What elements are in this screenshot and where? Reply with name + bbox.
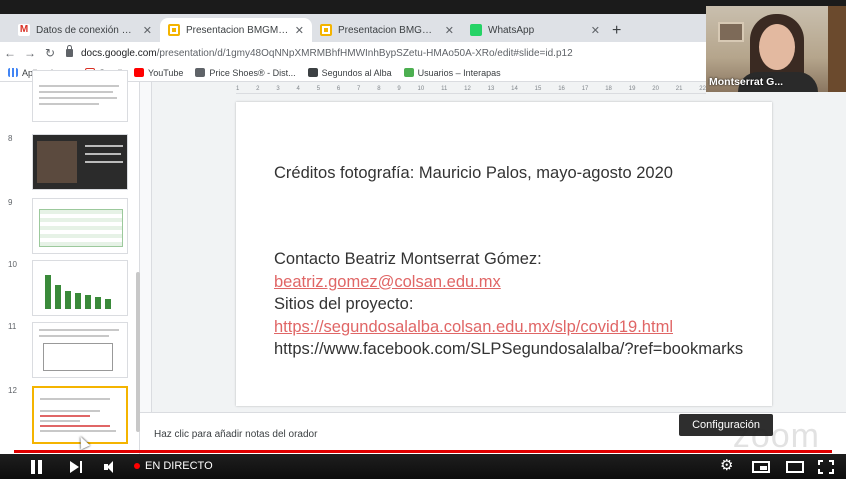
slide-thumbnail[interactable] xyxy=(32,198,128,254)
contact-heading: Contacto Beatriz Montserrat Gómez: xyxy=(274,250,542,268)
theater-mode-icon[interactable] xyxy=(786,461,804,473)
video-progress-bar[interactable] xyxy=(14,450,832,453)
project-site-link[interactable]: https://segundosalalba.colsan.edu.mx/slp… xyxy=(274,316,764,339)
slide-thumbnail[interactable] xyxy=(32,70,128,122)
tab-presentacion-active[interactable]: Presentacion BMGM encuentro y ✕ xyxy=(160,18,312,42)
bookmark-youtube[interactable]: YouTube xyxy=(134,68,183,78)
slides-editor: 8 9 10 11 12 1 2 3 4 5 6 7 8 9 10 11 12 … xyxy=(0,70,846,455)
close-icon[interactable]: ✕ xyxy=(295,24,304,37)
tab-title: Presentacion BMGM encuentro y xyxy=(186,24,289,36)
url-path: /presentation/d/1gmy48OqNNpXMRMBhfHMWInh… xyxy=(156,47,573,59)
slide-filmstrip: 8 9 10 11 12 xyxy=(0,70,140,454)
tab-presentacion[interactable]: Presentacion BMGM encuentro y ✕ xyxy=(312,18,462,42)
miniplayer-icon[interactable] xyxy=(752,461,770,473)
address-bar-row: ← → ↻ docs.google.com/presentation/d/1gm… xyxy=(0,42,706,64)
close-icon[interactable]: ✕ xyxy=(143,24,152,37)
webcam-overlay: Montserrat G... xyxy=(706,6,846,92)
back-arrow-icon[interactable]: ← xyxy=(0,46,20,60)
new-tab-plus-icon[interactable]: + xyxy=(612,22,621,40)
photo-credits-text[interactable]: Créditos fotografía: Mauricio Palos, may… xyxy=(274,164,673,183)
bookmark-label: Usuarios – Interapas xyxy=(417,67,501,78)
email-link[interactable]: beatriz.gomez@colsan.edu.mx xyxy=(274,271,764,294)
lock-icon xyxy=(66,45,73,57)
price-shoes-icon xyxy=(195,68,206,77)
bookmark-price-shoes[interactable]: Price Shoes® - Dist... xyxy=(195,67,296,78)
url-field[interactable]: docs.google.com/presentation/d/1gmy48OqN… xyxy=(66,44,706,62)
bookmark-label: Segundos al Alba xyxy=(321,67,392,78)
tab-title: WhatsApp xyxy=(488,24,535,36)
youtube-icon xyxy=(134,68,145,77)
bookmark-label: Price Shoes® - Dist... xyxy=(209,67,296,78)
live-indicator[interactable]: EN DIRECTO xyxy=(134,460,213,472)
live-dot-icon xyxy=(134,463,140,469)
fullscreen-icon[interactable] xyxy=(818,460,834,474)
volume-icon[interactable] xyxy=(104,460,122,474)
segundos-icon xyxy=(307,68,318,77)
interapas-icon xyxy=(403,68,414,77)
slides-icon xyxy=(320,24,332,36)
tab-whatsapp[interactable]: WhatsApp ✕ xyxy=(462,18,608,42)
horizontal-ruler: 1 2 3 4 5 6 7 8 9 10 11 12 13 14 15 16 17 18 19 20 21 22 xyxy=(236,84,706,94)
next-icon[interactable] xyxy=(70,460,84,474)
slide-number: 10 xyxy=(8,260,17,269)
url-host: docs.google.com xyxy=(81,47,157,59)
vertical-ruler xyxy=(140,82,152,412)
slide-number: 11 xyxy=(8,322,17,331)
slide-canvas[interactable]: Créditos fotografía: Mauricio Palos, may… xyxy=(236,102,772,406)
bookmark-segundos-alba[interactable]: Segundos al Alba xyxy=(307,67,392,78)
settings-tooltip: Configuración xyxy=(679,414,773,436)
live-label: EN DIRECTO xyxy=(145,460,213,472)
video-controls: EN DIRECTO ⚙ xyxy=(0,454,846,479)
bookmark-label: YouTube xyxy=(148,67,184,78)
slide-thumbnail-selected[interactable] xyxy=(32,386,128,444)
close-icon[interactable]: ✕ xyxy=(591,24,600,37)
slide-thumbnail[interactable] xyxy=(32,322,128,378)
tab-title: Presentacion BMGM encuentro y xyxy=(338,24,439,36)
sites-heading: Sitios del proyecto: xyxy=(274,295,414,313)
slide-thumbnail[interactable] xyxy=(32,260,128,316)
slide-number: 9 xyxy=(8,198,13,207)
facebook-url-text: https://www.facebook.com/SLPSegundosalal… xyxy=(274,340,744,358)
slide-number: 8 xyxy=(8,134,13,143)
notes-placeholder[interactable]: Haz clic para añadir notas del orador xyxy=(154,429,317,440)
gmail-icon: M xyxy=(18,24,30,36)
slide-number: 12 xyxy=(8,386,17,395)
tab-title: Datos de conexión para panel e xyxy=(36,24,137,36)
participant-name: Montserrat G... xyxy=(709,76,784,88)
apps-icon xyxy=(8,68,18,77)
pause-icon[interactable] xyxy=(30,460,44,474)
slide-thumbnail[interactable] xyxy=(32,134,128,190)
tab-datos-conexion[interactable]: M Datos de conexión para panel e ✕ xyxy=(10,18,160,42)
gear-icon[interactable]: ⚙ xyxy=(720,457,733,475)
contact-text-box[interactable]: Contacto Beatriz Montserrat Gómez: beatr… xyxy=(274,248,764,361)
bookmark-interapas[interactable]: Usuarios – Interapas xyxy=(403,67,501,78)
forward-arrow-icon[interactable]: → xyxy=(20,46,40,60)
close-icon[interactable]: ✕ xyxy=(445,24,454,37)
slides-icon xyxy=(168,24,180,36)
reload-icon[interactable]: ↻ xyxy=(40,46,60,60)
whatsapp-icon xyxy=(470,24,482,36)
